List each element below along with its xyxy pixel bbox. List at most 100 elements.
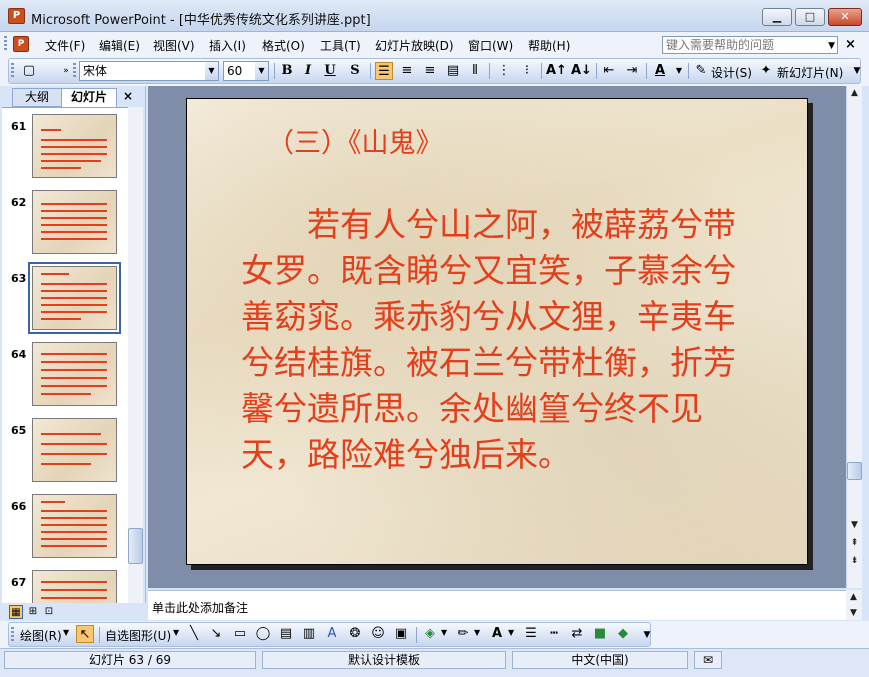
new-document-icon[interactable]: ▢ [20,62,38,80]
menu-slideshow[interactable]: 幻灯片放映(D) [375,37,454,54]
underline-button[interactable]: U [321,62,339,80]
slide-canvas[interactable]: （三）《山鬼》 若有人兮山之阿，被薜荔兮带女罗。既含睇兮又宜笑，子慕余兮善窈窕。… [186,98,808,565]
chevron-down-icon[interactable]: ▼ [828,38,835,54]
menu-format[interactable]: 格式(O) [262,37,305,54]
chevron-down-icon[interactable]: ▼ [474,628,480,637]
notes-pane[interactable]: 单击此处添加备注 [148,590,846,620]
slide-thumbnail[interactable] [32,418,117,482]
vertical-textbox-icon[interactable]: ▥ [300,625,318,643]
clipart-icon[interactable]: ☺ [369,625,387,643]
help-search-input[interactable]: 键入需要帮助的问题 ▼ [662,36,838,54]
new-slide-button[interactable]: 新幻灯片(N) [777,64,843,81]
chevron-down-icon[interactable]: ▼ [441,628,447,637]
close-button[interactable]: ✕ [828,8,862,26]
new-slide-icon[interactable]: ✦ [757,62,775,80]
diagram-icon[interactable]: ❂ [346,625,364,643]
tab-slides[interactable]: 幻灯片 [61,88,117,107]
bold-button[interactable]: B [278,62,296,80]
slide-thumbnail[interactable] [32,494,117,558]
design-button[interactable]: 设计(S) [711,64,752,81]
textbox-icon[interactable]: ▤ [277,625,295,643]
distribute-icon[interactable]: ⦀ [466,62,484,80]
font-color-icon[interactable]: A [488,625,506,643]
toolbar-options-icon[interactable]: ▼ [848,62,866,80]
slide-thumbnail-selected[interactable] [28,262,121,334]
minimize-button[interactable]: ▁ [762,8,792,26]
chevron-down-icon[interactable]: ▼ [255,62,268,80]
chevron-down-icon[interactable]: ▼ [205,62,218,80]
increase-font-icon[interactable]: A↑ [546,62,567,80]
align-right-icon[interactable]: ≡ [421,62,439,80]
toolbar-grip[interactable] [11,63,14,79]
scrollbar-thumb[interactable] [847,462,862,480]
select-pointer-icon[interactable]: ↖ [76,625,94,643]
decrease-indent-icon[interactable]: ⇤ [600,62,618,80]
document-close-button[interactable]: × [845,37,856,52]
align-center-icon[interactable]: ≡ [398,62,416,80]
font-color-icon[interactable]: A [651,62,669,80]
slide-thumbnail[interactable] [32,190,117,254]
wordart-icon[interactable]: A [323,625,341,643]
chevron-down-icon[interactable]: ▼ [63,628,69,637]
menu-tools[interactable]: 工具(T) [320,37,361,54]
oval-icon[interactable]: ◯ [254,625,272,643]
slide-thumbnail[interactable] [32,570,117,603]
arrow-icon[interactable]: ↘ [207,625,225,643]
dash-style-icon[interactable]: ┅ [545,625,563,643]
scroll-up-icon[interactable]: ▲ [847,88,862,98]
shadow-style-icon[interactable]: ■ [591,625,609,643]
thumbnail-scrollbar[interactable] [128,107,143,603]
slide-scrollbar[interactable]: ▲ ▼ ⇞ ⇟ [846,86,862,588]
justify-icon[interactable]: ▤ [444,62,462,80]
menu-view[interactable]: 视图(V) [153,37,195,54]
chevron-down-icon[interactable]: ▼ [508,628,514,637]
menu-edit[interactable]: 编辑(E) [99,37,140,54]
thumbnail-list[interactable]: 61 62 63 64 65 66 67 [2,107,128,603]
slide-thumbnail[interactable] [32,342,117,406]
template-status[interactable]: 默认设计模板 [262,651,506,669]
pane-close-button[interactable]: × [123,89,133,103]
scrollbar-thumb[interactable] [128,528,143,564]
chevron-down-icon[interactable]: ▼ [670,62,688,80]
fill-color-icon[interactable]: ◈ [421,625,439,643]
toolbar-grip-2[interactable] [73,63,76,79]
document-icon[interactable]: P [13,36,29,52]
menu-window[interactable]: 窗口(W) [468,37,513,54]
maximize-button[interactable]: □ [795,8,825,26]
align-left-icon[interactable]: ☰ [375,62,393,80]
rectangle-icon[interactable]: ▭ [231,625,249,643]
increase-indent-icon[interactable]: ⇥ [623,62,641,80]
arrow-style-icon[interactable]: ⇄ [568,625,586,643]
italic-button[interactable]: I [299,62,317,80]
autoshapes-menu-button[interactable]: 自选图形(U) [105,627,171,644]
line-style-icon[interactable]: ☰ [522,625,540,643]
chevron-down-icon[interactable]: ▼ [173,628,179,637]
toolbar-options-icon[interactable]: ▼ [638,626,656,644]
scroll-up-icon[interactable]: ▲ [846,592,861,602]
notes-scrollbar[interactable]: ▲ ▼ [846,590,862,620]
design-icon[interactable]: ✎ [692,62,710,80]
draw-menu-button[interactable]: 绘图(R) [20,627,62,644]
3d-style-icon[interactable]: ◆ [614,625,632,643]
scroll-down-icon[interactable]: ▼ [846,608,861,618]
font-name-combo[interactable]: 宋体 ▼ [79,61,219,81]
previous-slide-icon[interactable]: ⇞ [847,538,862,548]
tab-outline[interactable]: 大纲 [12,88,62,107]
line-icon[interactable]: ╲ [185,625,203,643]
spelling-check-icon[interactable]: ✉ [694,651,722,669]
normal-view-icon[interactable]: ▦ [9,605,23,619]
line-color-icon[interactable]: ✏ [454,625,472,643]
notes-placeholder[interactable]: 单击此处添加备注 [152,599,248,616]
bullets-icon[interactable]: ⁝ [518,62,536,80]
slide-body-text[interactable]: 若有人兮山之阿，被薜荔兮带女罗。既含睇兮又宜笑，子慕余兮善窈窕。乘赤豹兮从文狸，… [241,202,761,478]
scroll-down-icon[interactable]: ▼ [847,520,862,530]
slide-title[interactable]: （三）《山鬼》 [267,121,443,160]
menu-file[interactable]: 文件(F) [45,37,85,54]
numbering-icon[interactable]: ⋮ [495,62,513,80]
toolbar-grip[interactable] [11,627,14,642]
slideshow-view-icon[interactable]: ⊡ [42,605,56,619]
shadow-button[interactable]: S [346,62,364,80]
next-slide-icon[interactable]: ⇟ [847,556,862,566]
powerpoint-icon[interactable]: P [8,8,25,24]
menubar-grip[interactable] [4,36,7,52]
